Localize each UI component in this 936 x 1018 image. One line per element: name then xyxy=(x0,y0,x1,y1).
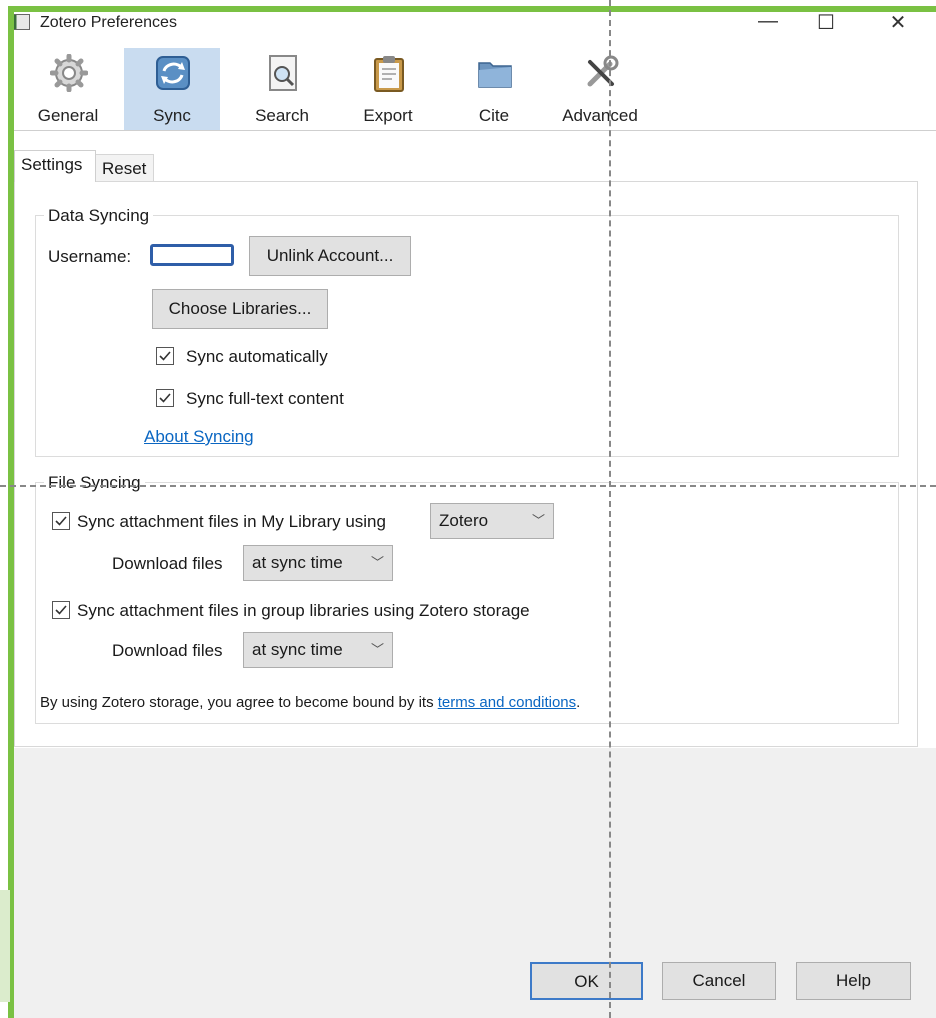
toolbar-label: Search xyxy=(255,106,309,125)
download-files-group-value: at sync time xyxy=(252,640,343,659)
username-label: Username: xyxy=(48,247,132,266)
toolbar-cite-button[interactable]: Cite xyxy=(446,48,542,130)
terms-notice: By using Zotero storage, you agree to be… xyxy=(40,694,580,711)
close-button[interactable]: ✕ xyxy=(878,10,918,35)
sync-group-libraries-checkbox[interactable] xyxy=(52,601,70,619)
chevron-down-icon: ﹀ xyxy=(370,555,384,570)
preferences-window: Zotero Preferences — ☐ ✕ General Sync Se… xyxy=(0,0,936,1018)
tools-icon xyxy=(587,55,619,87)
sync-automatically-checkbox[interactable] xyxy=(156,347,174,365)
download-files-label: Download files xyxy=(112,554,223,573)
tab-reset[interactable]: Reset xyxy=(96,154,154,182)
sync-fulltext-checkbox[interactable] xyxy=(156,389,174,407)
folder-icon xyxy=(478,62,512,88)
sync-automatically-label: Sync automatically xyxy=(186,347,328,366)
guide-line-vertical xyxy=(609,0,611,1018)
sync-icon xyxy=(156,56,190,90)
checkmark-icon xyxy=(55,605,67,615)
sync-my-library-label: Sync attachment files in My Library usin… xyxy=(77,512,386,531)
about-syncing-link[interactable]: About Syncing xyxy=(144,427,254,447)
checkmark-icon xyxy=(55,516,67,526)
chevron-down-icon: ﹀ xyxy=(370,642,384,657)
toolbar-advanced-button[interactable]: Advanced xyxy=(552,48,648,130)
file-syncing-legend: File Syncing xyxy=(44,473,145,493)
toolbar-label: Cite xyxy=(478,106,510,125)
username-field[interactable] xyxy=(150,244,234,266)
ok-button[interactable]: OK xyxy=(530,962,643,1000)
download-files-group-label: Download files xyxy=(112,641,223,660)
sync-method-select[interactable]: Zotero ﹀ xyxy=(430,503,554,539)
tab-settings[interactable]: Settings xyxy=(14,150,96,182)
download-files-value: at sync time xyxy=(252,553,343,572)
highlight-border-top xyxy=(8,6,936,12)
clipboard-icon xyxy=(374,56,404,92)
sync-group-libraries-label: Sync attachment files in group libraries… xyxy=(77,601,530,620)
gear-icon xyxy=(50,54,88,92)
minimize-button[interactable]: — xyxy=(748,10,788,33)
choose-libraries-button[interactable]: Choose Libraries... xyxy=(152,289,328,329)
toolbar-divider xyxy=(14,130,936,131)
toolbar-label: Sync xyxy=(153,106,191,125)
cancel-button[interactable]: Cancel xyxy=(662,962,776,1000)
download-files-select[interactable]: at sync time ﹀ xyxy=(243,545,393,581)
terms-suffix: . xyxy=(576,694,581,711)
terms-prefix: By using Zotero storage, you agree to be… xyxy=(40,694,438,711)
terms-and-conditions-link[interactable]: terms and conditions xyxy=(438,694,576,711)
preferences-toolbar: General Sync Search Export Cite Advanced xyxy=(14,44,936,130)
download-files-group-select[interactable]: at sync time ﹀ xyxy=(243,632,393,668)
data-syncing-legend: Data Syncing xyxy=(44,206,154,226)
chevron-down-icon: ﹀ xyxy=(531,513,545,528)
toolbar-general-button[interactable]: General xyxy=(20,48,116,130)
help-button[interactable]: Help xyxy=(796,962,911,1000)
window-title: Zotero Preferences xyxy=(40,14,177,31)
checkmark-icon xyxy=(159,351,171,361)
toolbar-export-button[interactable]: Export xyxy=(340,48,436,130)
toolbar-search-button[interactable]: Search xyxy=(234,48,330,130)
checkmark-icon xyxy=(159,393,171,403)
unlink-account-button[interactable]: Unlink Account... xyxy=(249,236,411,276)
sync-my-library-checkbox[interactable] xyxy=(52,512,70,530)
highlight-fade xyxy=(0,890,10,1002)
guide-line-horizontal xyxy=(0,485,936,487)
search-icon xyxy=(269,55,297,91)
toolbar-label: General xyxy=(37,106,99,125)
sync-fulltext-label: Sync full-text content xyxy=(186,389,344,408)
toolbar-label: Export xyxy=(363,106,413,125)
toolbar-sync-button[interactable]: Sync xyxy=(124,48,220,130)
sync-method-value: Zotero xyxy=(439,511,489,530)
maximize-button[interactable]: ☐ xyxy=(806,10,846,35)
toolbar-label: Advanced xyxy=(562,106,638,125)
